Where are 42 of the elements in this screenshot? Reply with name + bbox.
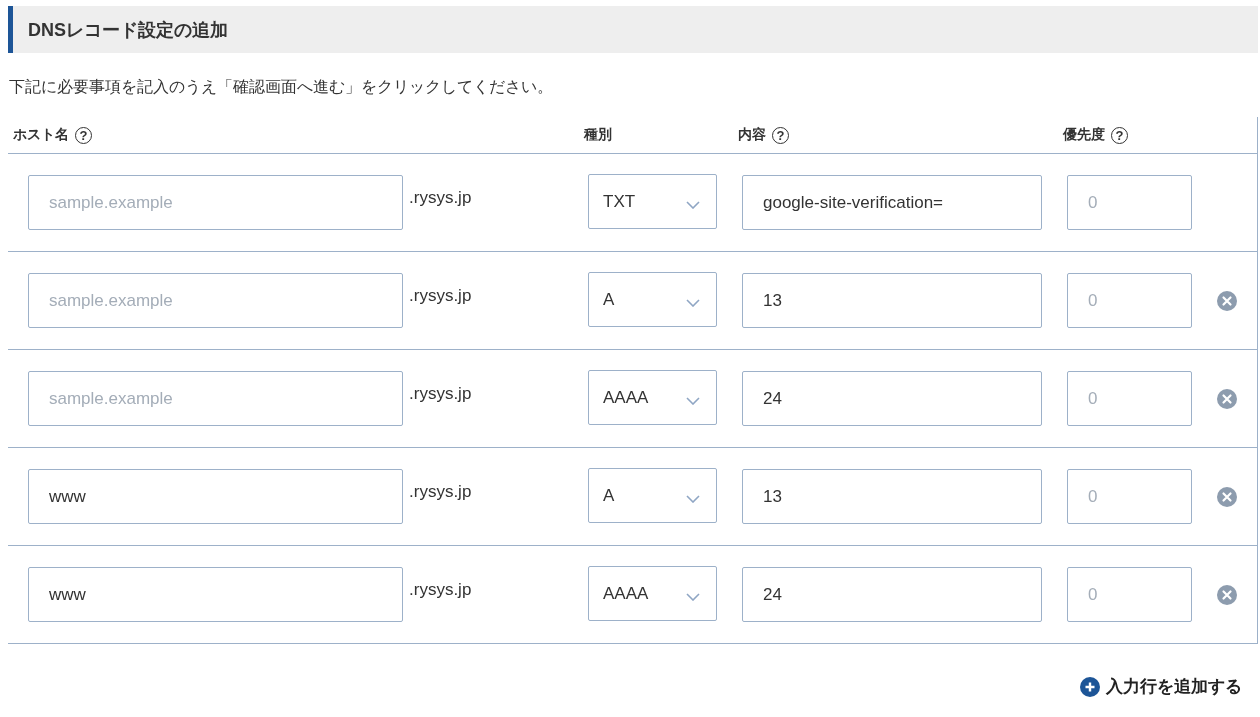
chevron-down-icon (686, 592, 700, 601)
remove-row-icon[interactable] (1217, 584, 1237, 605)
column-header: 内容 (738, 126, 766, 144)
record-type-select[interactable]: AAAA (588, 370, 717, 425)
priority-input[interactable]: 0 (1067, 371, 1192, 426)
column-header: 種別 (584, 126, 612, 144)
plus-icon (1080, 676, 1100, 697)
record-type-select[interactable]: A (588, 468, 717, 523)
chevron-down-icon (686, 396, 700, 405)
section-title: DNSレコード設定の追加 (8, 6, 1258, 53)
record-type-select[interactable]: AAAA (588, 566, 717, 621)
record-type-select[interactable]: A (588, 272, 717, 327)
column-header: ホスト名 (13, 126, 69, 144)
content-input[interactable]: google-site-verification= (742, 175, 1042, 230)
host-name-input[interactable]: www (28, 567, 403, 622)
chevron-down-icon (686, 298, 700, 307)
record-type-select[interactable]: TXT (588, 174, 717, 229)
priority-input[interactable]: 0 (1067, 273, 1192, 328)
host-name-input[interactable]: sample.example (28, 175, 403, 230)
content-input[interactable]: 24 (742, 567, 1042, 622)
priority-input[interactable]: 0 (1067, 567, 1192, 622)
content-input[interactable]: 24 (742, 371, 1042, 426)
domain-suffix: .rysys.jp (409, 579, 472, 600)
domain-suffix: .rysys.jp (409, 481, 472, 502)
domain-suffix: .rysys.jp (409, 383, 472, 404)
host-name-input[interactable]: sample.example (28, 273, 403, 328)
chevron-down-icon (686, 494, 700, 503)
chevron-down-icon (686, 200, 700, 209)
host-name-input[interactable]: sample.example (28, 371, 403, 426)
remove-row-icon[interactable] (1217, 290, 1237, 311)
remove-row-icon[interactable] (1217, 486, 1237, 507)
domain-suffix: .rysys.jp (409, 285, 472, 306)
priority-input[interactable]: 0 (1067, 175, 1192, 230)
content-input[interactable]: 13 (742, 273, 1042, 328)
content-input[interactable]: 13 (742, 469, 1042, 524)
remove-row-icon[interactable] (1217, 388, 1237, 409)
instruction-text: 下記に必要事項を記入のうえ「確認画面へ進む」をクリックしてください。 (9, 77, 554, 97)
column-header: 優先度 (1063, 126, 1105, 144)
add-row-button[interactable]: 入力行を追加する (1080, 675, 1242, 698)
domain-suffix: .rysys.jp (409, 187, 472, 208)
host-name-input[interactable]: www (28, 469, 403, 524)
priority-input[interactable]: 0 (1067, 469, 1192, 524)
